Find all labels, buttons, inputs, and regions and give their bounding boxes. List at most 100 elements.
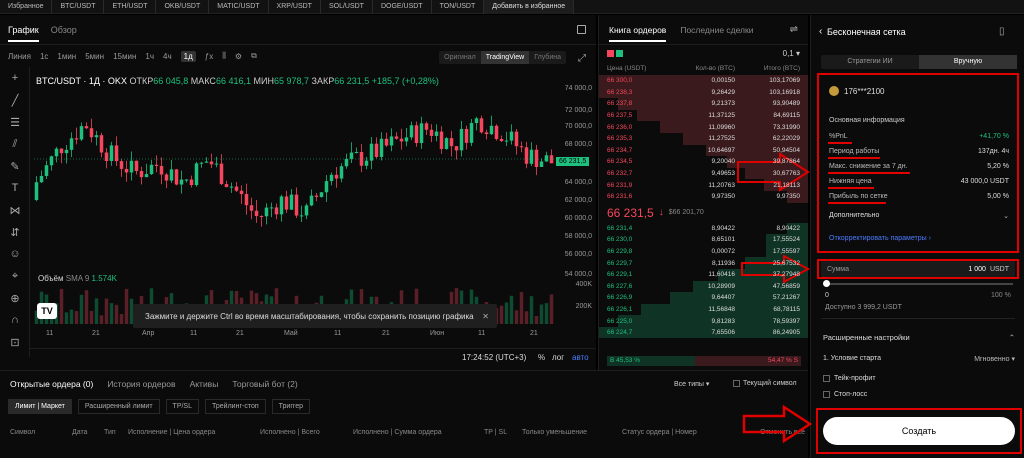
amount-slider[interactable]	[825, 283, 1013, 285]
mode-ai[interactable]: Стратегии ИИ	[821, 55, 919, 69]
advanced-settings[interactable]: Расширенные настройки ⌃	[823, 333, 1015, 342]
timeframe-7[interactable]: 1д	[180, 50, 196, 62]
favorite-item[interactable]: Избранное	[0, 0, 53, 14]
ask-row[interactable]: 66 231,6 9,97350 9,97350	[599, 190, 808, 203]
current-symbol-checkbox[interactable]: Текущий символ	[733, 380, 797, 387]
pattern-icon[interactable]: ⋈	[0, 199, 30, 221]
candle-type-icon[interactable]: ⫼	[222, 51, 226, 61]
tab-order-book[interactable]: Книга ордеров	[609, 25, 667, 42]
add-favorite-button[interactable]: Добавить в избранное	[484, 0, 575, 14]
bid-row[interactable]: 66 231,4 8,90422 8,90422	[599, 222, 808, 235]
fib-icon[interactable]: ☰	[0, 111, 30, 133]
indicator-icon[interactable]: ƒx	[205, 52, 213, 61]
adjust-params-link[interactable]: Откорректировать параметры ›	[829, 235, 931, 242]
tick-size-select[interactable]: 0,1 ▾	[783, 49, 800, 58]
favorite-item[interactable]: BTC/USDT	[52, 0, 105, 14]
slider-handle[interactable]	[823, 280, 830, 287]
mode-manual[interactable]: Вручную	[919, 55, 1017, 69]
lock-icon[interactable]: ⊡	[0, 331, 30, 353]
bid-row[interactable]: 66 226,9 9,64407 57,21267	[599, 292, 808, 304]
zoom-icon[interactable]: ⊕	[0, 287, 30, 309]
timeframe-1[interactable]: 1с	[40, 52, 48, 61]
ask-row[interactable]: 66 235,3 11,27525 62,22029	[599, 132, 808, 145]
qty-cell: 9,64407	[711, 294, 736, 302]
view-asks-icon[interactable]	[607, 49, 614, 57]
candle-body	[369, 143, 374, 161]
view-option[interactable]: TradingView	[480, 51, 530, 64]
candle-body	[454, 146, 459, 151]
tab-chart[interactable]: График	[8, 25, 39, 42]
ruler-icon[interactable]: ⇵	[0, 221, 30, 243]
view-bids-icon[interactable]	[616, 49, 623, 57]
stop-loss-checkbox[interactable]: Стоп-лосс	[823, 391, 867, 398]
order-type-chip[interactable]: Расширенный лимит	[77, 399, 160, 414]
favorite-item[interactable]: MATIC/USDT	[209, 0, 269, 14]
channel-icon[interactable]: ⫽	[0, 133, 30, 155]
amount-input[interactable]: Сумма 1 000 USDT	[821, 261, 1015, 277]
bid-row[interactable]: 66 230,0 8,65101 17,55524	[599, 234, 808, 246]
create-button[interactable]: Создать	[823, 417, 1015, 445]
measure-icon[interactable]: ⌖	[0, 265, 30, 287]
ask-row[interactable]: 66 238,3 9,26429 103,16918	[599, 86, 808, 99]
chart-type-line[interactable]: Линия	[8, 52, 31, 61]
orders-tab[interactable]: Торговый бот (2)	[232, 379, 297, 389]
ask-row[interactable]: 66 236,0 11,09960 73,31990	[599, 121, 808, 133]
bid-row[interactable]: 66 224,7 7,65506 86,24905	[599, 326, 808, 339]
view-option[interactable]: Оригинал	[439, 51, 481, 64]
trendline-icon[interactable]: ╱	[0, 89, 30, 111]
auto-toggle[interactable]: авто	[572, 353, 589, 362]
order-type-chip[interactable]: Триггер	[271, 399, 311, 414]
ask-row[interactable]: 66 300,0 0,00150 103,17069	[599, 75, 808, 87]
ask-row[interactable]: 66 237,5 11,37125 84,69115	[599, 109, 808, 122]
bid-row[interactable]: 66 225,0 9,81283 78,59397	[599, 315, 808, 327]
fullscreen-icon[interactable]	[577, 25, 586, 34]
emoji-icon[interactable]: ☺	[0, 243, 30, 265]
log-toggle[interactable]: лог	[552, 353, 564, 362]
view-option[interactable]: Глубина	[529, 51, 566, 64]
order-type-chip[interactable]: Лимит | Маркет	[8, 399, 72, 414]
total-cell: 17,55524	[772, 236, 800, 244]
favorite-item[interactable]: TON/USDT	[432, 0, 485, 14]
order-type-chip[interactable]: Трейлинг-стоп	[205, 399, 266, 414]
percent-toggle[interactable]: %	[538, 353, 545, 362]
gear-icon[interactable]: ⚙	[235, 52, 242, 61]
candlestick-chart[interactable]	[34, 86, 554, 326]
brush-icon[interactable]: ✎	[0, 155, 30, 177]
tab-overview[interactable]: Обзор	[51, 25, 77, 35]
start-condition[interactable]: 1. Условие старта Мгновенно ▾	[823, 355, 1015, 363]
favorite-item[interactable]: SOL/USDT	[321, 0, 373, 14]
take-profit-checkbox[interactable]: Тейк-профит	[823, 375, 876, 382]
template-icon[interactable]: ⧉	[251, 51, 257, 61]
favorite-item[interactable]: OKB/USDT	[156, 0, 210, 14]
order-type-filter[interactable]: Все типы ▾	[674, 380, 709, 388]
crosshair-icon[interactable]: +	[0, 67, 30, 89]
timeframe-2[interactable]: 1мин	[57, 52, 76, 61]
bid-row[interactable]: 66 227,6 10,28909 47,56859	[599, 280, 808, 293]
favorite-item[interactable]: ETH/USDT	[104, 0, 157, 14]
candle-body	[344, 158, 349, 167]
more-toggle[interactable]: Дополнительно ⌄	[829, 212, 1009, 220]
favorite-item[interactable]: XRP/USDT	[269, 0, 321, 14]
timeframe-3[interactable]: 5мин	[85, 52, 104, 61]
favorite-item[interactable]: DOGE/USDT	[373, 0, 432, 14]
tab-recent-trades[interactable]: Последние сделки	[680, 25, 753, 35]
candle-body	[234, 186, 239, 191]
orders-tab[interactable]: История ордеров	[107, 379, 175, 389]
orders-tab[interactable]: Открытые ордера (0)	[10, 379, 93, 389]
orders-column-header: Только уменьшение	[522, 429, 587, 436]
checkbox-icon	[823, 375, 830, 382]
timeframe-4[interactable]: 15мин	[113, 52, 136, 61]
magnet-icon[interactable]: ∩	[0, 309, 30, 331]
settings-icon[interactable]: ⇌	[790, 24, 798, 35]
timeframe-5[interactable]: 1ч	[145, 52, 154, 61]
text-icon[interactable]: T	[0, 177, 30, 199]
close-icon[interactable]: ✕	[482, 312, 489, 321]
bid-row[interactable]: 66 226,1 11,56848 68,78115	[599, 303, 808, 316]
ask-row[interactable]: 66 237,8 9,21373 93,90489	[599, 98, 808, 110]
book-icon[interactable]: ▯	[999, 26, 1005, 37]
order-type-chip[interactable]: TP/SL	[165, 399, 199, 414]
back-icon[interactable]: ‹	[819, 26, 822, 37]
orders-tab[interactable]: Активы	[190, 379, 219, 389]
expand-icon[interactable]: ⤢	[578, 53, 586, 64]
timeframe-6[interactable]: 4ч	[163, 52, 172, 61]
